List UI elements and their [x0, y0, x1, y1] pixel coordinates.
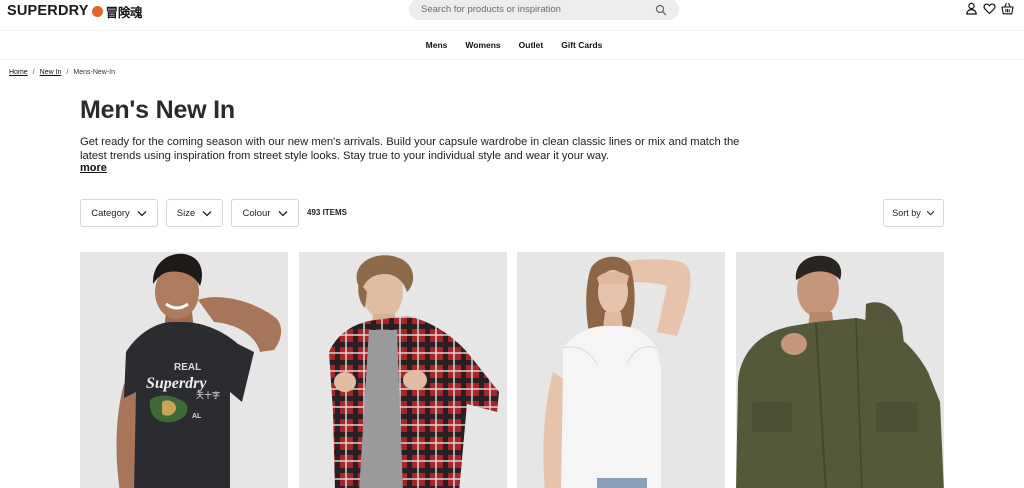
items-count: 493 ITEMS [307, 208, 348, 217]
sort-by-button[interactable]: Sort by [883, 199, 944, 227]
product-image-red-check-shirt [299, 252, 507, 488]
breadcrumb-separator: / [66, 69, 69, 76]
logo-japanese-text: 冒険魂 [105, 4, 143, 20]
breadcrumb-separator: / [32, 69, 35, 76]
product-image-khaki-parka [736, 252, 944, 488]
product-card[interactable] [517, 252, 725, 488]
nav-item-womens[interactable]: Womens [465, 40, 500, 50]
breadcrumb-current: Mens-New-In [73, 69, 116, 76]
more-link[interactable]: more [80, 162, 107, 174]
category-filter-label: Category [91, 207, 130, 219]
size-filter-label: Size [176, 207, 196, 219]
breadcrumb: Home / New In / Mens-New-In [9, 69, 115, 76]
account-icon[interactable] [965, 2, 978, 15]
tee-graphic-japanese: 天十字 [196, 390, 220, 400]
chevron-down-icon [137, 210, 147, 216]
search-input[interactable] [421, 2, 656, 17]
superdry-logo[interactable]: SUPERDRY 冒険魂 [7, 2, 143, 20]
colour-filter-button[interactable]: Colour [231, 199, 299, 227]
search-icon[interactable] [655, 3, 667, 16]
breadcrumb-new-in[interactable]: New In [40, 69, 62, 76]
header-icons [965, 2, 1014, 15]
product-card[interactable] [736, 252, 944, 488]
nav-item-outlet[interactable]: Outlet [519, 40, 544, 50]
colour-filter-label: Colour [242, 207, 271, 219]
site-header: SUPERDRY 冒険魂 [0, 0, 1024, 26]
product-image-white-tank-top [517, 252, 725, 488]
breadcrumb-home[interactable]: Home [9, 69, 28, 76]
chevron-down-icon [202, 210, 212, 216]
logo-text: SUPERDRY [7, 3, 89, 19]
sort-by-label: Sort by [892, 208, 921, 218]
product-card[interactable]: REAL Superdry 天十字 AL [80, 252, 288, 488]
search-bar[interactable] [409, 0, 679, 20]
tee-graphic-al: AL [192, 413, 202, 420]
product-card[interactable] [299, 252, 507, 488]
chevron-down-icon [926, 210, 935, 216]
tee-graphic-real: REAL [174, 362, 201, 373]
chevron-down-icon [278, 210, 287, 216]
main-nav: Mens Womens Outlet Gift Cards [0, 30, 1024, 60]
product-image-black-graphic-tee: REAL Superdry 天十字 AL [80, 252, 288, 488]
shopping-basket-icon[interactable] [1001, 2, 1014, 15]
logo-circle-icon [91, 5, 103, 17]
page-title: Men's New In [80, 96, 235, 124]
nav-item-mens[interactable]: Mens [426, 40, 448, 50]
nav-item-gift-cards[interactable]: Gift Cards [561, 40, 602, 50]
category-filter-button[interactable]: Category [80, 199, 158, 227]
page-description: Get ready for the coming season with our… [80, 136, 740, 162]
size-filter-button[interactable]: Size [166, 199, 223, 227]
tee-graphic-superdry: Superdry [146, 375, 207, 392]
wishlist-heart-icon[interactable] [983, 2, 996, 15]
